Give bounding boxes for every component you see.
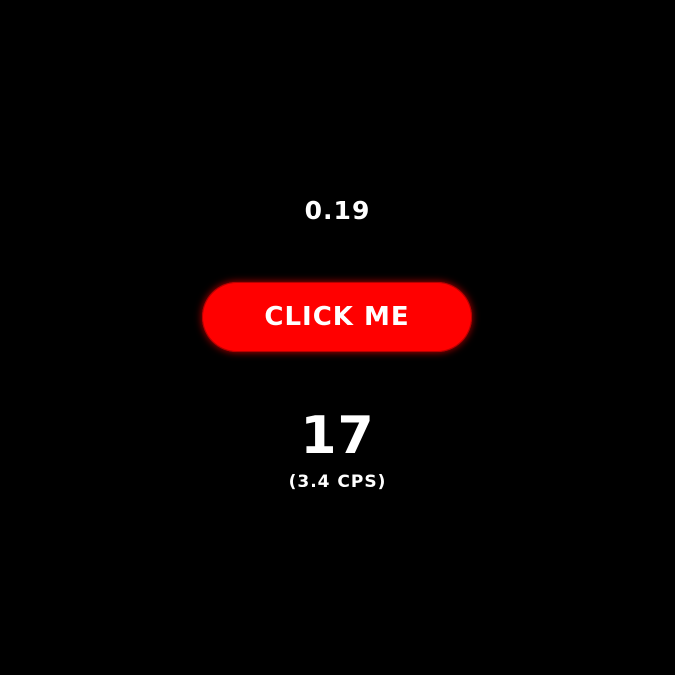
click-count: 17 bbox=[300, 406, 375, 466]
timer-readout: 0.19 bbox=[304, 196, 371, 225]
click-test-screen: 0.19 CLICK ME 17 (3.4 CPS) bbox=[0, 0, 675, 675]
clicks-per-second: (3.4 CPS) bbox=[288, 472, 387, 492]
click-me-button[interactable]: CLICK ME bbox=[202, 282, 472, 352]
